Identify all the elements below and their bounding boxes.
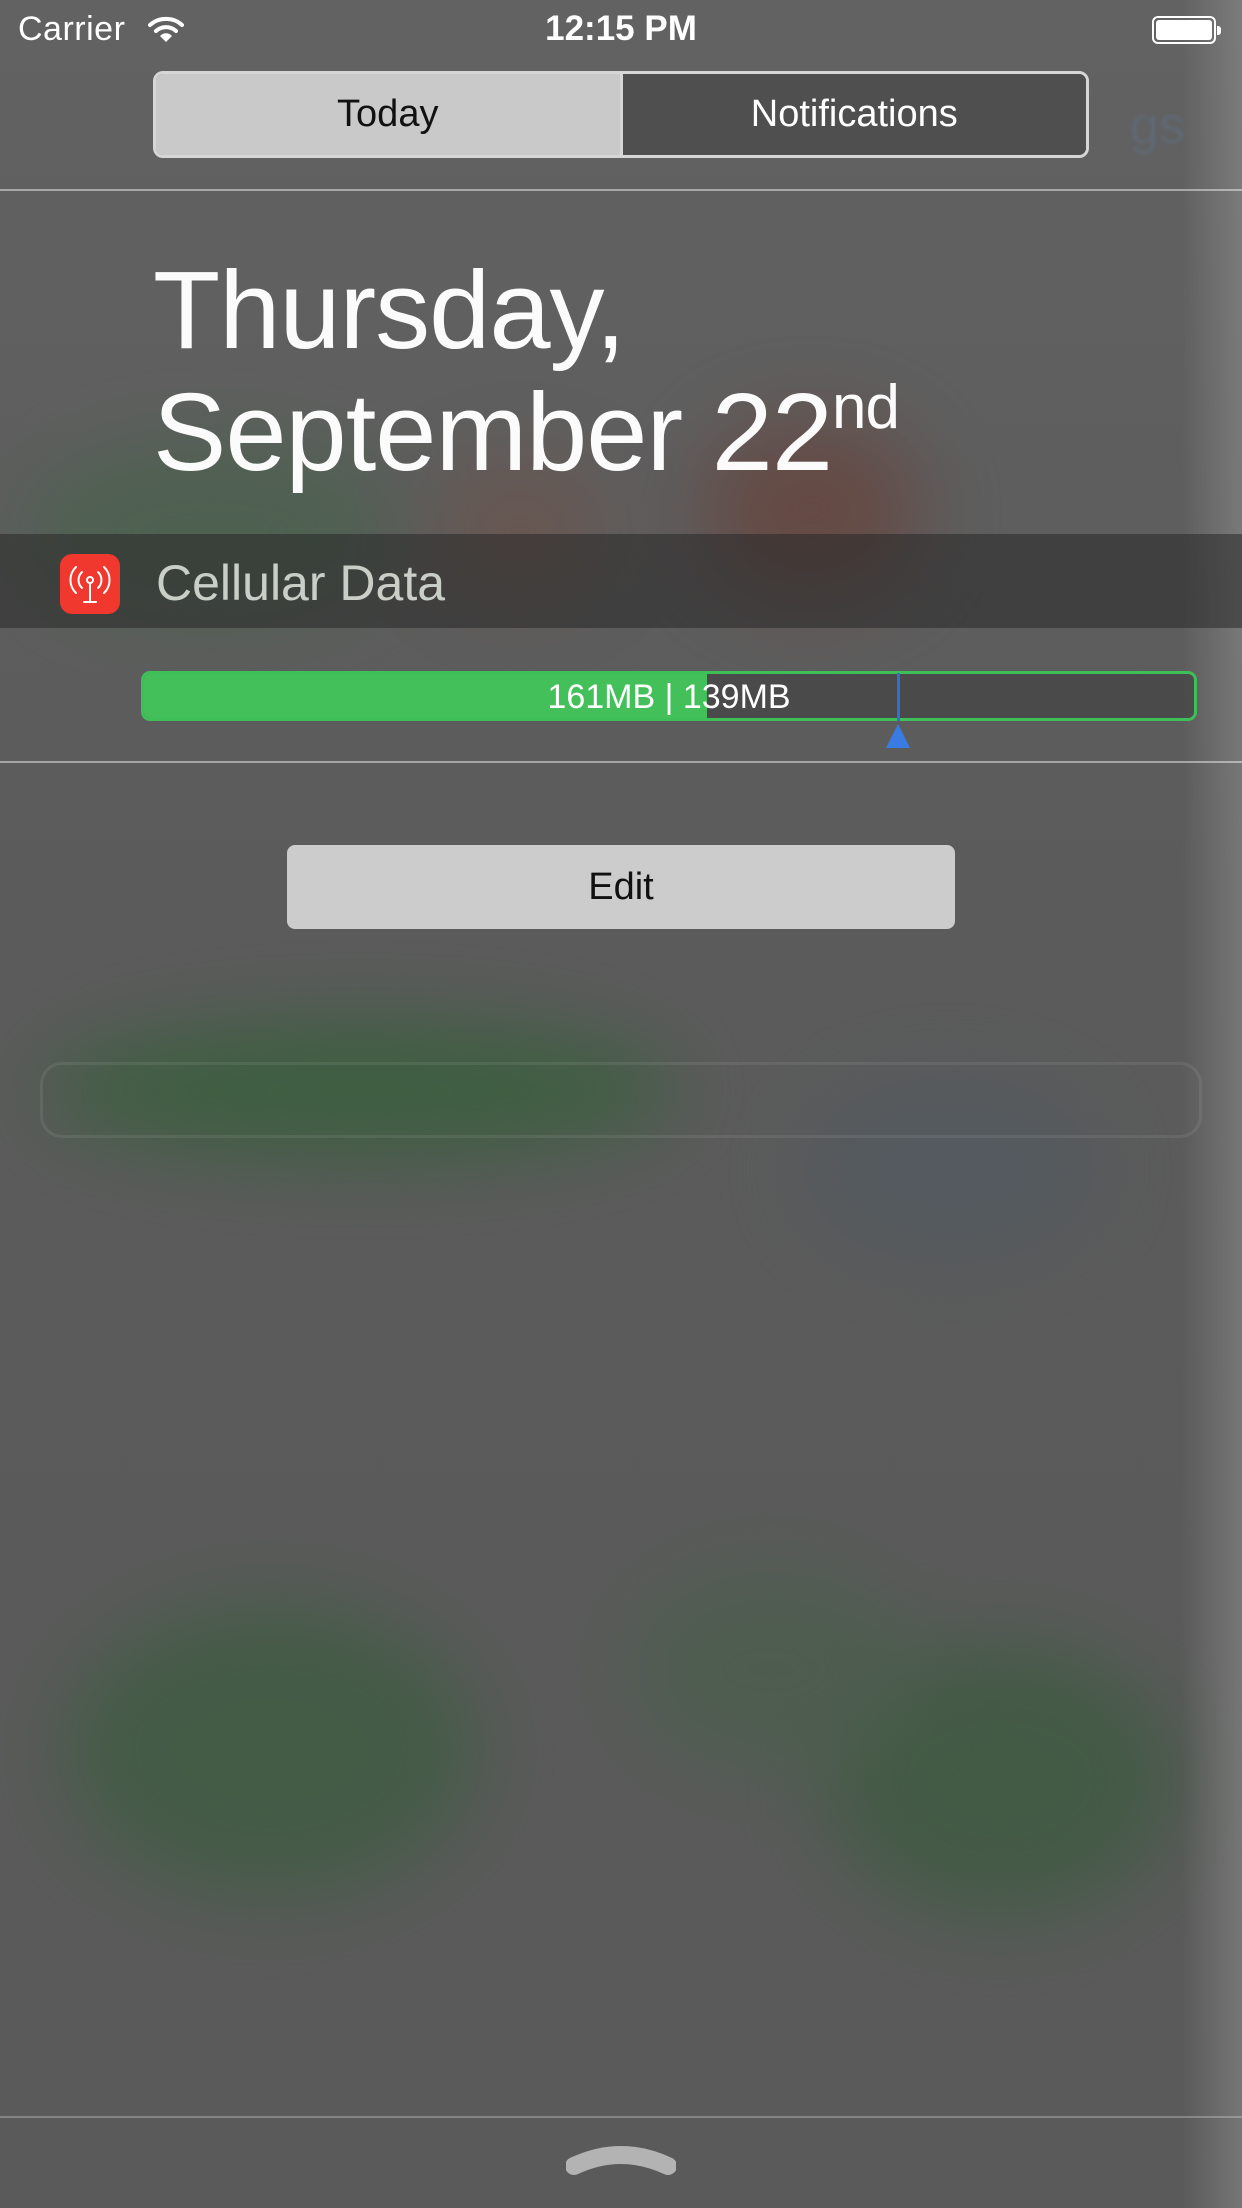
tab-notifications[interactable]: Notifications	[619, 74, 1086, 155]
background-blur	[60, 1600, 480, 1900]
date-month-day: September 22	[153, 371, 833, 494]
antenna-icon	[69, 566, 111, 603]
battery-icon	[1152, 16, 1221, 44]
bottom-bar	[0, 2118, 1242, 2208]
widget-header[interactable]: Cellular Data	[0, 534, 1242, 628]
edge-shade	[1182, 0, 1242, 2208]
divider	[0, 189, 1242, 191]
usage-marker-line	[896, 673, 900, 721]
cellular-data-app-icon	[60, 554, 120, 614]
clock: 12:15 PM	[545, 9, 697, 48]
date-ordinal-suffix: nd	[832, 373, 900, 442]
data-usage-label: 161MB | 139MB	[547, 678, 791, 716]
usage-marker-triangle	[886, 724, 911, 748]
background-blur	[620, 1560, 920, 1780]
date-day: September 22nd	[153, 371, 900, 494]
tab-today[interactable]: Today	[156, 74, 620, 155]
date-weekday: Thursday,	[153, 249, 626, 372]
status-bar: Carrier 12:15 PM	[0, 0, 1242, 60]
background-ghost-field	[40, 1062, 1202, 1138]
today-notifications-switcher: Today Notifications	[153, 71, 1089, 158]
data-usage-bar: 161MB | 139MB	[141, 671, 1197, 721]
edit-button[interactable]: Edit	[287, 845, 955, 929]
widget-title: Cellular Data	[156, 555, 446, 611]
background-ghost-text: gs	[1130, 97, 1185, 155]
chevron-up-icon[interactable]	[565, 2138, 677, 2183]
divider	[0, 761, 1242, 763]
date-heading: Thursday, September 22nd	[153, 249, 900, 494]
